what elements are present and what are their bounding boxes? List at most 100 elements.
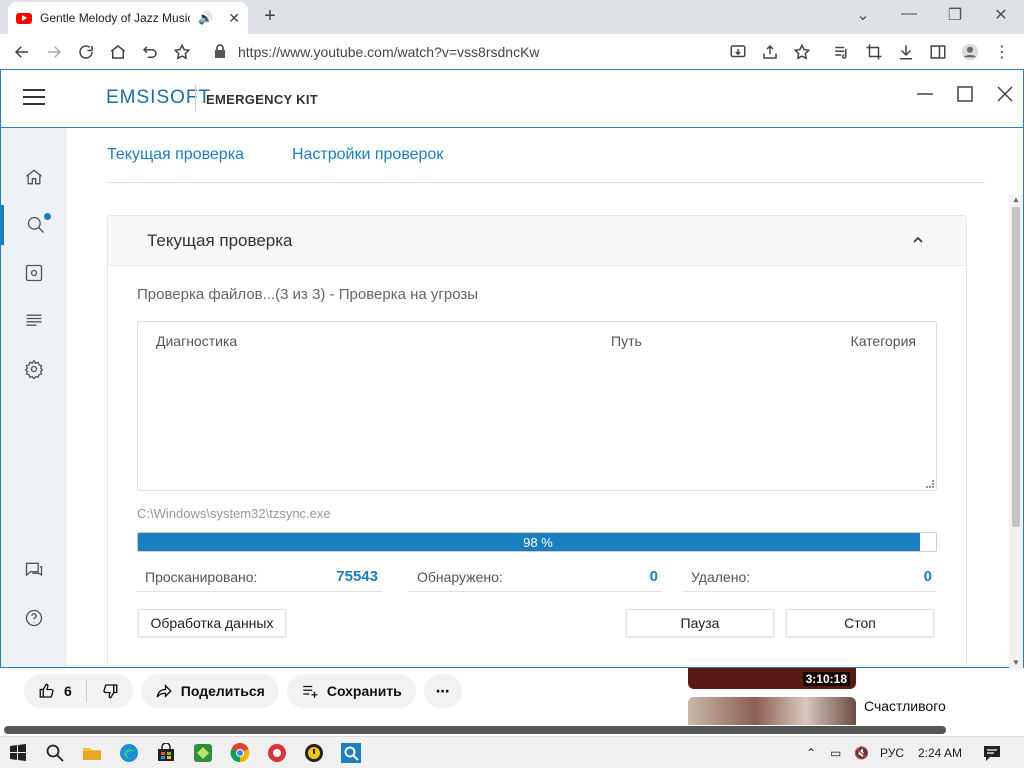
stat-removed: Удалено: 0 bbox=[683, 566, 936, 592]
app-icon-red[interactable] bbox=[267, 743, 287, 763]
recommended-thumbnail[interactable]: 3:10:18 bbox=[688, 668, 856, 689]
main-scrollbar[interactable]: ▲ ▼ bbox=[1009, 195, 1023, 669]
panel-header[interactable]: Текущая проверка bbox=[108, 216, 966, 266]
stat-scanned: Просканировано: 75543 bbox=[137, 566, 382, 592]
sidebar-item-feedback[interactable] bbox=[1, 550, 67, 590]
chevron-down-icon[interactable]: ⌄ bbox=[851, 5, 875, 25]
chevron-up-icon[interactable] bbox=[912, 234, 924, 246]
side-panel-icon[interactable] bbox=[926, 40, 950, 64]
app-close-button[interactable] bbox=[993, 82, 1017, 106]
share-arrow-icon bbox=[156, 684, 172, 698]
speaker-icon[interactable]: 🔊 bbox=[198, 11, 213, 25]
column-path[interactable]: Путь bbox=[611, 333, 642, 349]
more-actions-button[interactable]: ⋯ bbox=[423, 674, 462, 708]
recommended-thumbnail-2[interactable] bbox=[688, 697, 856, 725]
tab-close-icon[interactable]: ✕ bbox=[228, 10, 240, 27]
emsisoft-taskbar-icon[interactable] bbox=[341, 743, 361, 763]
process-data-button[interactable]: Обработка данных bbox=[138, 609, 286, 637]
save-label: Сохранить bbox=[326, 683, 402, 699]
product-name: EMERGENCY KIT bbox=[206, 92, 319, 107]
home-icon[interactable] bbox=[106, 40, 130, 64]
new-tab-button[interactable]: + bbox=[258, 5, 282, 29]
window-restore-button[interactable]: ❐ bbox=[943, 5, 967, 25]
menu-kebab-icon[interactable]: ⋮ bbox=[990, 40, 1014, 64]
address-bar[interactable]: https://www.youtube.com/watch?v=vss8rsdn… bbox=[238, 44, 540, 60]
back-icon[interactable] bbox=[10, 40, 34, 64]
sidebar-item-help[interactable] bbox=[1, 598, 67, 638]
resize-grip-icon[interactable] bbox=[926, 480, 934, 488]
scroll-up-icon[interactable]: ▲ bbox=[1012, 195, 1020, 204]
share-icon[interactable] bbox=[758, 40, 782, 64]
app-minimize-button[interactable] bbox=[913, 82, 937, 106]
results-table[interactable]: Диагностика Путь Категория bbox=[137, 321, 937, 491]
app-icon-green[interactable] bbox=[193, 743, 213, 763]
tab-scan-settings[interactable]: Настройки проверок bbox=[292, 146, 443, 164]
profile-icon[interactable] bbox=[958, 40, 982, 64]
playlist-icon[interactable] bbox=[830, 40, 854, 64]
recommended-title[interactable]: Счастливого bbox=[864, 698, 946, 714]
edge-icon[interactable] bbox=[119, 743, 139, 763]
sidebar-item-settings[interactable] bbox=[1, 349, 67, 389]
volume-muted-icon[interactable]: 🔇 bbox=[854, 746, 869, 760]
scanned-label: Просканировано: bbox=[145, 569, 258, 585]
window-minimize-button[interactable]: — bbox=[897, 5, 921, 23]
window-close-button[interactable]: ✕ bbox=[989, 5, 1013, 25]
scanned-value: 75543 bbox=[336, 568, 378, 585]
pause-button[interactable]: Пауза bbox=[626, 609, 774, 637]
panel-title: Текущая проверка bbox=[147, 231, 293, 250]
hamburger-menu-icon[interactable] bbox=[23, 89, 45, 107]
share-button[interactable]: Поделиться bbox=[140, 674, 279, 708]
notifications-icon[interactable] bbox=[982, 743, 1002, 763]
youtube-action-bar: 6 Поделиться Сохранить ⋯ bbox=[24, 674, 462, 710]
language-indicator[interactable]: РУС bbox=[880, 746, 904, 760]
stop-button[interactable]: Стоп bbox=[786, 609, 934, 637]
app-maximize-button[interactable] bbox=[953, 82, 977, 106]
horizontal-scrollbar[interactable] bbox=[4, 726, 946, 734]
save-button[interactable]: Сохранить bbox=[286, 674, 416, 708]
tray-chevron-icon[interactable]: ⌃ bbox=[806, 746, 816, 760]
detected-label: Обнаружено: bbox=[417, 569, 503, 585]
download-icon[interactable] bbox=[894, 40, 918, 64]
reload-icon[interactable] bbox=[74, 40, 98, 64]
sidebar-item-scan[interactable] bbox=[1, 205, 67, 245]
bookmark-star-icon[interactable] bbox=[170, 40, 194, 64]
browser-tab[interactable]: Gentle Melody of Jazz Music in 🔊 ✕ bbox=[8, 2, 248, 34]
store-icon[interactable] bbox=[156, 743, 176, 763]
chrome-icon[interactable] bbox=[230, 743, 250, 763]
removed-label: Удалено: bbox=[691, 569, 751, 585]
quarantine-icon bbox=[25, 264, 43, 282]
sidebar-item-logs[interactable] bbox=[1, 301, 67, 341]
logo-divider bbox=[195, 84, 196, 112]
install-app-icon[interactable] bbox=[726, 40, 750, 64]
home-icon bbox=[26, 169, 42, 185]
video-duration: 3:10:18 bbox=[802, 672, 850, 686]
network-icon[interactable]: ▭ bbox=[830, 746, 841, 760]
undo-icon[interactable] bbox=[138, 40, 162, 64]
detected-value: 0 bbox=[649, 568, 658, 585]
column-diagnostics[interactable]: Диагностика bbox=[156, 333, 237, 349]
tab-title: Gentle Melody of Jazz Music in bbox=[40, 11, 190, 25]
file-explorer-icon[interactable] bbox=[82, 743, 102, 763]
thumbs-up-icon[interactable] bbox=[38, 682, 56, 700]
like-dislike-pill: 6 bbox=[24, 674, 133, 708]
add-to-playlist-icon bbox=[303, 685, 318, 698]
tab-current-scan[interactable]: Текущая проверка bbox=[107, 146, 244, 164]
lock-icon[interactable] bbox=[212, 43, 228, 59]
star-icon[interactable] bbox=[790, 40, 814, 64]
forward-icon[interactable] bbox=[42, 40, 66, 64]
search-icon[interactable] bbox=[45, 743, 65, 763]
sidebar-item-quarantine[interactable] bbox=[1, 253, 67, 293]
clock[interactable]: 2:24 AM bbox=[918, 746, 962, 760]
scroll-thumb[interactable] bbox=[1012, 207, 1020, 527]
app-icon-yellow[interactable] bbox=[304, 743, 324, 763]
like-count[interactable]: 6 bbox=[64, 683, 72, 699]
scan-active-dot bbox=[44, 213, 51, 220]
scroll-down-icon[interactable]: ▼ bbox=[1012, 658, 1020, 667]
sidebar-item-home[interactable] bbox=[1, 157, 67, 197]
removed-value: 0 bbox=[923, 568, 932, 585]
thumbs-down-icon[interactable] bbox=[101, 682, 119, 700]
browser-toolbar: https://www.youtube.com/watch?v=vss8rsdn… bbox=[0, 34, 1024, 70]
column-category[interactable]: Категория bbox=[851, 333, 916, 349]
crop-icon[interactable] bbox=[862, 40, 886, 64]
windows-start-icon[interactable] bbox=[8, 743, 28, 763]
